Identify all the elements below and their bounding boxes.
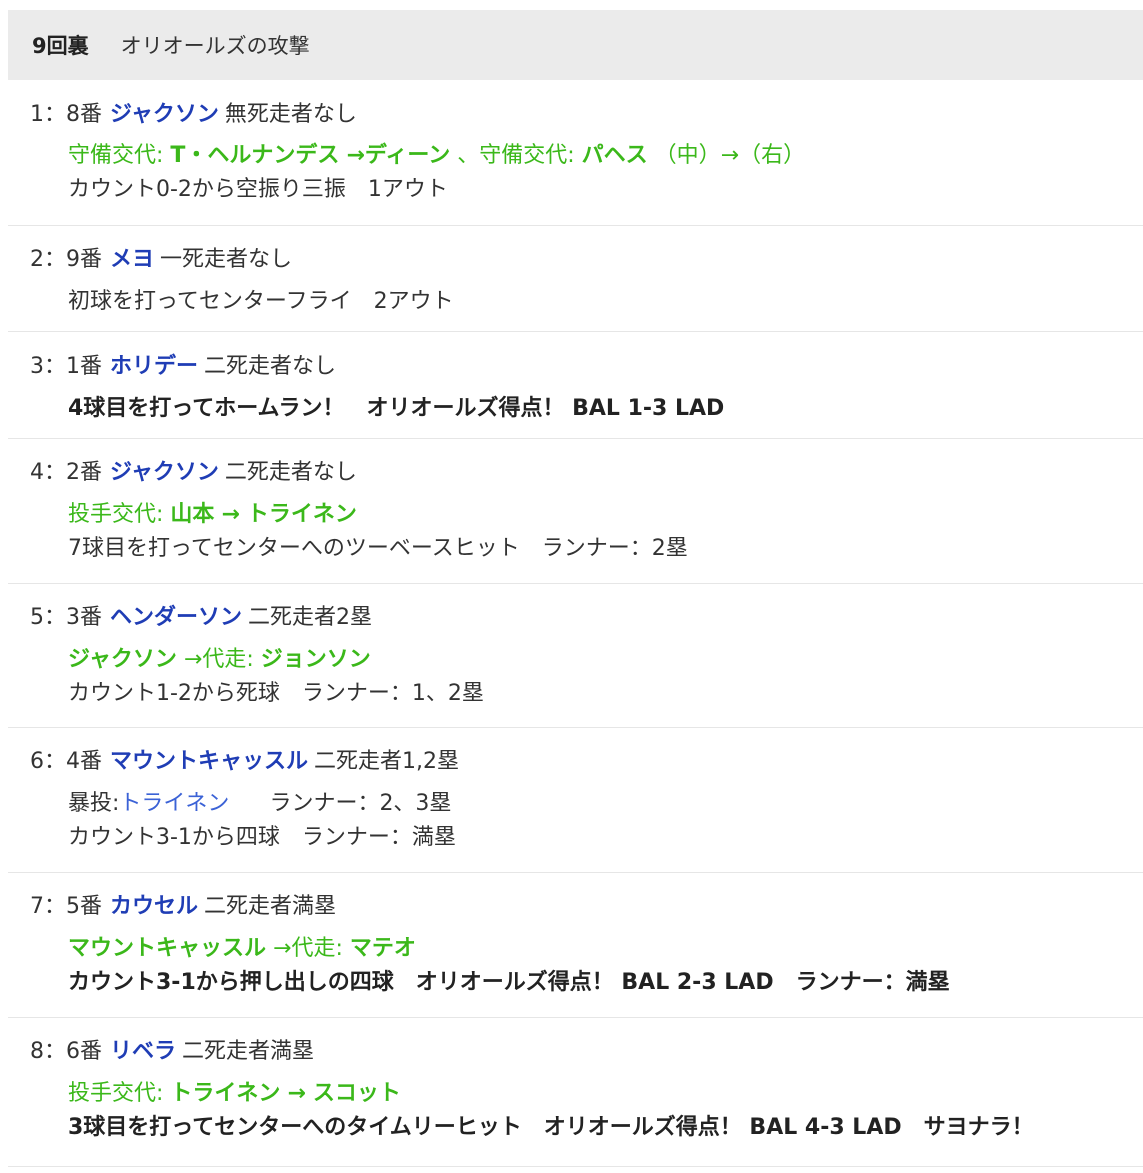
- play-item: 8：6番 リベラ 二死走者満塁 投手交代: トライネン → スコット 3球目を打って…: [8, 1018, 1143, 1167]
- batter-name[interactable]: リベラ: [110, 1039, 176, 1064]
- play-header: 2：9番 メヨ 一死走者なし: [30, 243, 1143, 277]
- batting-order: 2：9番: [30, 247, 102, 272]
- batter-name[interactable]: ヘンダーソン: [110, 605, 242, 630]
- play-header: 1：8番 ジャクソン 無死走者なし: [30, 98, 1143, 132]
- play-header: 4：2番 ジャクソン 二死走者なし: [30, 456, 1143, 490]
- runner-situation: 二死走者なし: [204, 354, 337, 379]
- play-header: 8：6番 リベラ 二死走者満塁: [30, 1035, 1143, 1069]
- inning-label: 9回裏: [32, 34, 89, 58]
- play-result: カウント3-1から押し出しの四球 オリオールズ得点！ BAL 2-3 LAD ラ…: [68, 970, 950, 995]
- arrow: →: [221, 502, 240, 527]
- attacking-team-label: オリオールズの攻撃: [120, 34, 310, 58]
- batter-name[interactable]: カウセル: [110, 894, 198, 919]
- play-result: 初球を打ってセンターフライ 2アウト: [68, 289, 454, 314]
- batting-order: 1：8番: [30, 102, 102, 127]
- player-moved[interactable]: パヘス: [582, 143, 648, 168]
- runner-situation: 一死走者なし: [160, 247, 293, 272]
- substitution-type: 、守備交代:: [457, 143, 575, 168]
- player-out[interactable]: T・ヘルナンデス: [170, 143, 339, 168]
- batter-name[interactable]: ジャクソン: [110, 102, 219, 127]
- player-in[interactable]: スコット: [313, 1081, 401, 1106]
- substitution-line: 投手交代: トライネン → スコット: [30, 1077, 1143, 1111]
- batter-name[interactable]: マウントキャッスル: [110, 749, 308, 774]
- play-item: 4：2番 ジャクソン 二死走者なし 投手交代: 山本 → トライネン 7球目を打って…: [8, 439, 1143, 584]
- batting-order: 5：3番: [30, 605, 102, 630]
- play-result: カウント0-2から空振り三振 1アウト: [68, 177, 448, 202]
- play-result: 3球目を打ってセンターへのタイムリーヒット オリオールズ得点！ BAL 4-3 …: [68, 1115, 1034, 1140]
- batter-name[interactable]: メヨ: [110, 247, 154, 272]
- batter-name[interactable]: ジャクソン: [110, 460, 219, 485]
- player-in[interactable]: マテオ: [350, 936, 416, 961]
- substitution-type: →代走:: [273, 936, 343, 961]
- substitution-line: ジャクソン →代走: ジョンソン: [30, 643, 1143, 677]
- batting-order: 4：2番: [30, 460, 102, 485]
- player-out[interactable]: 山本: [170, 502, 214, 527]
- player-in[interactable]: →ディーン: [346, 143, 450, 168]
- play-item: 5：3番 ヘンダーソン 二死走者2塁 ジャクソン →代走: ジョンソン カウント1-…: [8, 584, 1143, 728]
- substitution-type: 守備交代:: [68, 143, 164, 168]
- play-item: 6：4番 マウントキャッスル 二死走者1,2塁 暴投:トライネン ランナー：2、3塁 …: [8, 728, 1143, 873]
- play-header: 3：1番 ホリデー 二死走者なし: [30, 350, 1143, 384]
- player-in[interactable]: トライネン: [247, 502, 357, 527]
- batting-order: 8：6番: [30, 1039, 102, 1064]
- batting-order: 7：5番: [30, 894, 102, 919]
- event-line: 暴投:トライネン ランナー：2、3塁: [30, 787, 1143, 821]
- runner-situation: 二死走者満塁: [182, 1039, 315, 1064]
- runner-situation: 二死走者満塁: [204, 894, 337, 919]
- play-header: 6：4番 マウントキャッスル 二死走者1,2塁: [30, 745, 1143, 779]
- substitution-line: 投手交代: 山本 → トライネン: [30, 498, 1143, 532]
- runner-status: ランナー：2、3塁: [269, 791, 452, 816]
- player-out[interactable]: トライネン: [170, 1081, 280, 1106]
- play-item: 2：9番 メヨ 一死走者なし 初球を打ってセンターフライ 2アウト: [8, 226, 1143, 332]
- play-by-play-list: 1：8番 ジャクソン 無死走者なし 守備交代: T・ヘルナンデス →ディーン 、守備…: [8, 80, 1143, 1167]
- player-out[interactable]: ジャクソン: [68, 647, 177, 672]
- pitcher-link[interactable]: トライネン: [119, 791, 229, 816]
- play-result: カウント3-1から四球 ランナー：満塁: [68, 825, 456, 850]
- runner-situation: 無死走者なし: [224, 102, 357, 127]
- substitution-type: →代走:: [183, 647, 254, 672]
- play-header: 7：5番 カウセル 二死走者満塁: [30, 890, 1143, 924]
- play-item: 7：5番 カウセル 二死走者満塁 マウントキャッスル →代走: マテオ カウント3-…: [8, 873, 1143, 1018]
- play-result: 7球目を打ってセンターへのツーベースヒット ランナー：2塁: [68, 536, 688, 561]
- play-result: カウント1-2から死球 ランナー：1、2塁: [68, 681, 484, 706]
- substitution-line: 守備交代: T・ヘルナンデス →ディーン 、守備交代: パヘス （中）→（右）: [30, 139, 1143, 173]
- play-header: 5：3番 ヘンダーソン 二死走者2塁: [30, 601, 1143, 635]
- batting-order: 3：1番: [30, 354, 102, 379]
- batter-name[interactable]: ホリデー: [110, 354, 198, 379]
- play-item: 3：1番 ホリデー 二死走者なし 4球目を打ってホームラン！ オリオールズ得点！ B…: [8, 332, 1143, 439]
- player-in[interactable]: ジョンソン: [261, 647, 371, 672]
- player-out[interactable]: マウントキャッスル: [68, 936, 266, 961]
- event-type: 暴投:: [68, 791, 120, 816]
- substitution-line: マウントキャッスル →代走: マテオ: [30, 932, 1143, 966]
- play-result: 4球目を打ってホームラン！ オリオールズ得点！ BAL 1-3 LAD: [68, 396, 725, 421]
- substitution-type: 投手交代:: [68, 502, 164, 527]
- play-item: 1：8番 ジャクソン 無死走者なし 守備交代: T・ヘルナンデス →ディーン 、守備…: [8, 80, 1143, 226]
- runner-situation: 二死走者2塁: [248, 605, 373, 630]
- arrow: →: [287, 1081, 306, 1106]
- position-change: （中）→（右）: [654, 143, 806, 168]
- inning-header: 9回裏 オリオールズの攻撃: [8, 10, 1143, 80]
- batting-order: 6：4番: [30, 749, 102, 774]
- runner-situation: 二死走者1,2塁: [314, 749, 460, 774]
- substitution-type: 投手交代:: [68, 1081, 164, 1106]
- runner-situation: 二死走者なし: [224, 460, 357, 485]
